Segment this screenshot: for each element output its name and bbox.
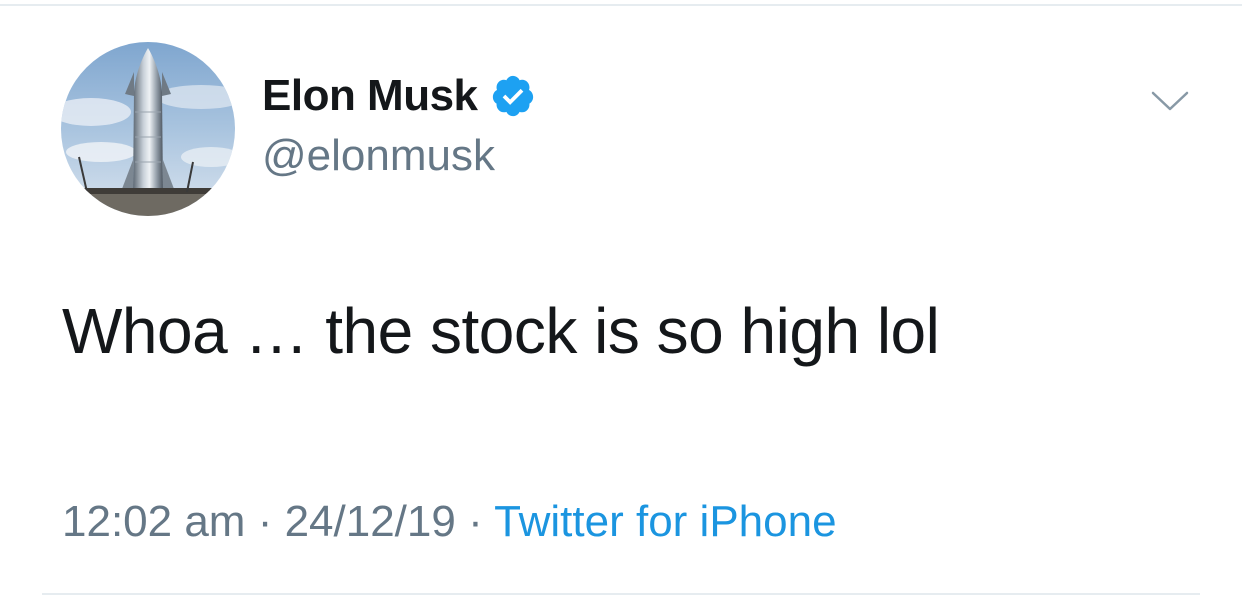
author-name-row[interactable]: Elon Musk bbox=[262, 66, 536, 126]
tweet-meta: 12:02 am · 24/12/19 · Twitter for iPhone bbox=[62, 497, 837, 547]
top-divider bbox=[0, 4, 1242, 6]
tweet-time[interactable]: 12:02 am bbox=[62, 497, 245, 546]
display-name[interactable]: Elon Musk bbox=[262, 71, 478, 121]
chevron-down-icon[interactable] bbox=[1150, 86, 1190, 116]
tweet-date[interactable]: 24/12/19 bbox=[285, 497, 456, 546]
avatar[interactable] bbox=[61, 42, 235, 216]
tweet-text: Whoa … the stock is so high lol bbox=[62, 295, 940, 367]
starship-avatar-image bbox=[61, 42, 235, 216]
user-handle[interactable]: @elonmusk bbox=[262, 131, 495, 181]
meta-separator: · bbox=[245, 497, 285, 546]
tweet-source-link[interactable]: Twitter for iPhone bbox=[494, 497, 836, 546]
meta-separator: · bbox=[455, 497, 495, 546]
bottom-divider bbox=[42, 593, 1200, 595]
verified-badge-icon bbox=[490, 73, 536, 119]
